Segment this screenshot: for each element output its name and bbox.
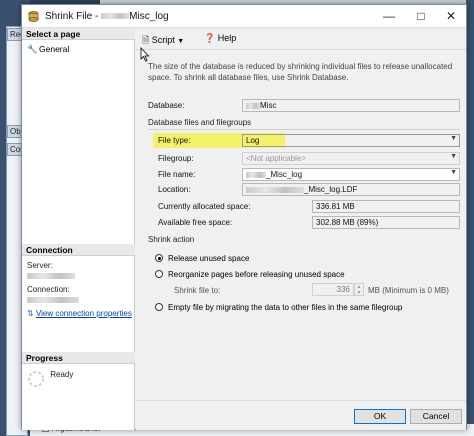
release-unused-label[interactable]: Release unused space (168, 254, 249, 263)
page-item-general[interactable]: 🔧General (27, 44, 69, 55)
script-icon: 🗎 (142, 35, 150, 45)
shrink-to-input: 336 (312, 283, 354, 296)
reorganize-radio[interactable] (155, 270, 163, 278)
description-text: The size of the database is reduced by s… (148, 62, 453, 82)
allocated-field: 336.81 MB (312, 200, 460, 213)
redacted-db-name (101, 13, 130, 20)
chevron-down-icon: ▼ (450, 153, 457, 160)
help-icon: ❓ (204, 33, 216, 43)
progress-header: Progress (22, 352, 135, 364)
shrink-to-label: Shrink file to: (174, 286, 221, 295)
file-name-value: _Misc_log (266, 170, 303, 179)
dialog-title: Shrink File - Misc_log (45, 11, 169, 22)
shrink-to-unit: MB (Minimum is 0 MB) (368, 286, 449, 295)
page-selector-panel: Select a page 🔧General Connection Server… (22, 28, 135, 430)
chevron-down-icon: ▼ (450, 135, 457, 142)
cancel-button[interactable]: Cancel (410, 409, 462, 424)
help-label: Help (217, 33, 237, 43)
progress-row: Ready (27, 370, 73, 388)
empty-file-label[interactable]: Empty file by migrating the data to othe… (168, 303, 402, 312)
chevron-down-icon[interactable]: ▼ (177, 38, 184, 45)
database-icon (28, 11, 39, 22)
server-value (27, 271, 75, 280)
release-unused-radio[interactable] (155, 254, 163, 262)
dialog-title-text: Shrink File (45, 11, 93, 22)
close-icon[interactable]: ✕ (436, 5, 466, 28)
file-type-select[interactable]: Log ▼ (242, 134, 460, 147)
location-field: _Misc_log.LDF (242, 183, 460, 196)
files-group-label: Database files and filegroups (148, 118, 252, 127)
connection-value (27, 295, 79, 304)
file-type-value: Log (246, 136, 260, 145)
shrink-action-label: Shrink action (148, 235, 195, 244)
maximize-icon[interactable]: □ (406, 5, 436, 28)
network-icon: ⇅ (27, 309, 34, 318)
shrink-to-stepper: ▲ ▼ (354, 283, 364, 296)
view-connection-row[interactable]: ⇅ View connection properties (27, 309, 132, 318)
database-field: Misc (242, 99, 460, 112)
connection-label: Connection: (27, 285, 70, 294)
connection-header: Connection (22, 244, 135, 256)
file-name-label: File name: (158, 170, 196, 179)
view-connection-properties-link[interactable]: View connection properties (36, 309, 132, 318)
select-page-header: Select a page (22, 28, 135, 40)
toolbar: 🗎 Script ▼ ❓ Help (136, 28, 466, 50)
empty-file-radio[interactable] (155, 303, 163, 311)
ok-button[interactable]: OK (354, 409, 406, 424)
page-item-label: General (39, 44, 70, 54)
minimize-icon[interactable]: — (374, 5, 404, 28)
allocated-label: Currently allocated space: (158, 202, 251, 211)
help-button[interactable]: ❓ Help (204, 33, 236, 44)
progress-spinner-icon (28, 371, 44, 387)
chevron-down-icon: ▼ (450, 169, 457, 176)
file-type-label: File type: (158, 136, 191, 145)
free-space-label: Available free space: (158, 218, 233, 227)
free-space-field: 302.88 MB (89%) (312, 216, 460, 229)
filegroup-select: <Not applicable> ▼ (242, 152, 460, 165)
dialog-footer: OK Cancel (136, 400, 466, 430)
location-value: _Misc_log.LDF (304, 185, 358, 194)
reorganize-label[interactable]: Reorganize pages before releasing unused… (168, 270, 345, 279)
file-name-select[interactable]: _Misc_log ▼ (242, 168, 460, 181)
progress-status: Ready (50, 370, 74, 379)
wrench-icon: 🔧 (27, 44, 38, 54)
title-bar: Shrink File - Misc_log — □ ✕ (22, 5, 466, 28)
background-right-edge (466, 0, 474, 436)
location-label: Location: (158, 185, 191, 194)
shrink-file-dialog: Shrink File - Misc_log — □ ✕ Select a pa… (21, 4, 467, 430)
mouse-cursor-icon (140, 47, 150, 62)
filegroup-label: Filegroup: (158, 154, 194, 163)
database-label: Database: (148, 101, 185, 110)
dialog-title-suffix: Misc_log (129, 11, 169, 22)
script-label: Script (151, 35, 175, 45)
general-page: 🗎 Script ▼ ❓ Help The size of the databa… (136, 28, 466, 400)
divider (148, 129, 460, 130)
database-value: Misc (260, 101, 277, 110)
server-label: Server: (27, 261, 53, 270)
filegroup-value: <Not applicable> (246, 154, 307, 163)
